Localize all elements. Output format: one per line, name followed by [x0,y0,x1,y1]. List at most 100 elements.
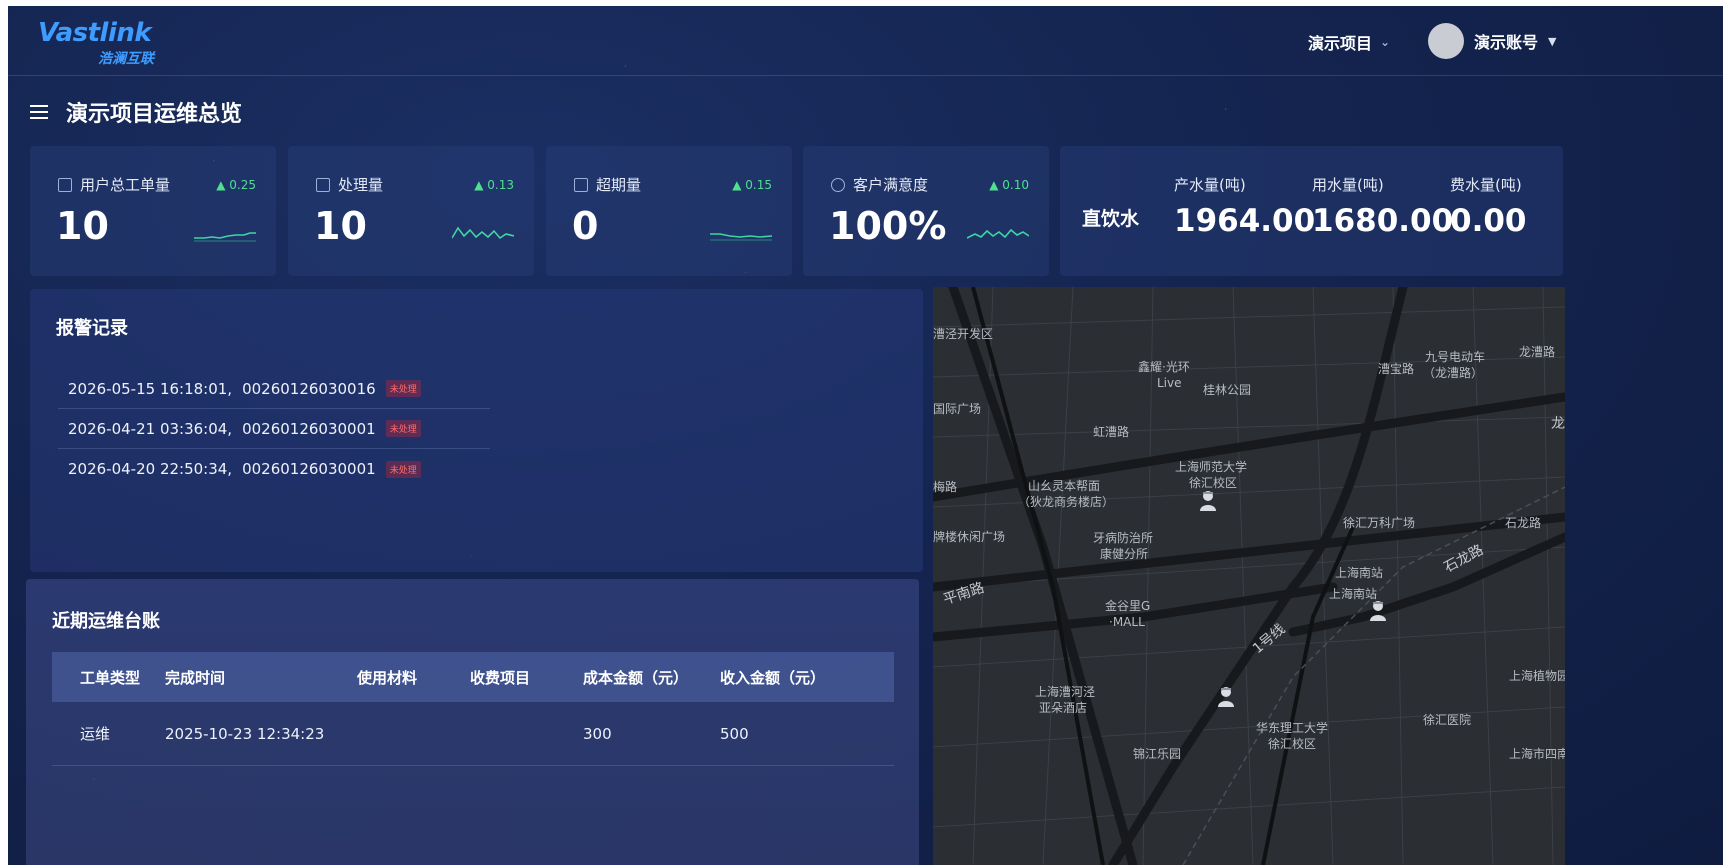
clipboard-icon [574,177,588,192]
map-label: （狄龙商务楼店） [1018,495,1115,509]
sparkline-icon [194,232,256,242]
metric-label: 用水量(吨) [1312,176,1384,194]
caret-down-icon: ▼ [1548,34,1557,48]
map-label: 龙 [1551,416,1565,432]
table-cell: 300 [583,724,612,743]
map-label: （龙漕路） [1423,366,1484,380]
column-header: 收入金额（元） [720,668,826,687]
sparkline-icon [452,226,514,240]
map-label: 徐汇校区 [1189,476,1238,490]
map-label: 华东理工大学 [1256,721,1329,735]
kpi-card-total-orders[interactable]: 用户总工单量 ▲ 0.25 10 [30,146,276,276]
table-cell: 2025-10-23 12:34:23 [165,724,325,743]
dashboard-root: Vastlink 浩澜互联 演示项目 ⌄ 演示账号 ▼ 演示项目运维总览 用户总… [8,6,1723,865]
kpi-trend: ▲ 0.10 [989,178,1029,192]
panel-title: 近期运维台账 [52,611,160,632]
table-header: 工单类型 完成时间 使用材料 收费项目 成本金额（元） 收入金额（元） [52,652,894,702]
alarm-item[interactable]: 2026-04-21 03:36:04, 00260126030001 未处理 [58,409,490,449]
map-label: Live [1157,376,1182,390]
alarm-item[interactable]: 2026-05-15 16:18:01, 00260126030016 未处理 [58,369,490,409]
panel-title: 报警记录 [56,318,128,339]
logo-wordmark: Vastlink [38,18,152,48]
status-badge: 未处理 [385,460,421,478]
kpi-trend-value: 0.13 [487,178,514,192]
map-label: 上海师范大学 [1175,460,1248,474]
map-label: 徐汇万科广场 [1343,516,1416,530]
kpi-trend: ▲ 0.15 [732,178,772,192]
ledger-table: 工单类型 完成时间 使用材料 收费项目 成本金额（元） 收入金额（元） 运维 2… [52,652,894,766]
account-menu[interactable]: 演示账号 ▼ [1428,22,1556,60]
kpi-trend-value: 0.15 [745,178,772,192]
location-map[interactable]: 漕泾开发区 鑫耀·光环 Live 桂林公园 漕宝路 九号电动车 （龙漕路） 龙漕… [933,287,1565,865]
map-label: 上海南站 [1335,566,1384,580]
table-row[interactable]: 运维 2025-10-23 12:34:23 300 500 [52,702,894,766]
hamburger-menu-icon[interactable] [30,104,50,120]
water-metric-used: 用水量(吨) 1680.00 [1312,174,1453,239]
map-label: 漕宝路 [1378,362,1415,376]
map-label: 锦江乐园 [1133,747,1182,761]
kpi-label: 客户满意度 [831,174,928,195]
kpi-label-text: 超期量 [596,176,642,194]
brand-logo[interactable]: Vastlink 浩澜互联 [38,18,178,67]
kpi-value: 10 [56,204,109,248]
metric-value: 1964.00 [1174,203,1316,239]
map-label: 国际广场 [933,402,982,416]
check-icon [316,177,330,192]
kpi-value: 10 [314,204,367,248]
status-badge: 未处理 [385,420,421,437]
workorder-icon [58,177,72,192]
column-header: 完成时间 [165,668,226,687]
metric-label: 产水量(吨) [1174,176,1246,194]
avatar [1428,23,1464,59]
table-cell: 运维 [80,725,111,743]
kpi-trend-value: 0.10 [1002,178,1029,192]
map-label: 牌楼休闲广场 [933,530,1006,544]
maintenance-ledger-panel: 近期运维台账 工单类型 完成时间 使用材料 收费项目 成本金额（元） 收入金额（… [26,579,919,865]
sparkline-icon [967,228,1029,239]
worker-pin-icon[interactable] [1217,686,1235,708]
kpi-label: 用户总工单量 [58,174,170,195]
map-label: 上海市四南 [1509,747,1565,761]
map-label: 上海植物园 [1509,669,1565,683]
alarm-code: 00260126030016 [242,379,376,398]
sparkline-icon [710,233,772,241]
top-bar: Vastlink 浩澜互联 演示项目 ⌄ 演示账号 ▼ [8,6,1723,76]
page-title: 演示项目运维总览 [66,102,243,127]
kpi-trend-value: 0.25 [229,178,256,192]
smile-icon [831,177,845,192]
page-title-row: 演示项目运维总览 [30,96,242,128]
map-label: 山幺灵本帮面 [1028,479,1101,493]
map-label: 徐汇校区 [1268,737,1317,751]
kpi-label: 超期量 [574,174,641,195]
kpi-trend: ▲ 0.13 [474,178,514,192]
kpi-label-text: 用户总工单量 [80,176,171,194]
kpi-label-text: 客户满意度 [853,176,929,194]
table-cell: 500 [720,724,749,743]
water-stats-card[interactable]: 直饮水 产水量(吨) 1964.00 用水量(吨) 1680.00 费水量(吨)… [1060,146,1563,276]
alarm-time: 2026-05-15 16:18:01, [68,379,233,398]
map-label: 康健分所 [1100,547,1149,561]
map-label: 漕泾开发区 [933,327,994,341]
worker-pin-icon[interactable] [1199,490,1217,512]
column-header: 收费项目 [470,668,531,687]
alarm-time: 2026-04-21 03:36:04, [68,419,233,438]
worker-pin-icon[interactable] [1369,600,1387,622]
water-metric-wasted: 费水量(吨) 0.00 [1450,174,1527,239]
kpi-card-overdue[interactable]: 超期量 ▲ 0.15 0 [546,146,792,276]
map-label: 龙漕路 [1519,345,1556,359]
alarm-item[interactable]: 2026-04-20 22:50:34, 00260126030001 未处理 [58,449,490,489]
map-label: 石龙路 [1505,516,1542,530]
map-label: ·MALL [1109,615,1145,629]
column-header: 工单类型 [80,668,141,687]
logo-subtitle: 浩澜互联 [98,51,154,67]
kpi-value: 0 [572,204,599,248]
kpi-label-text: 处理量 [338,176,384,194]
alarm-code: 00260126030001 [242,460,376,478]
project-selector[interactable]: 演示项目 ⌄ [1308,30,1390,54]
kpi-card-satisfaction[interactable]: 客户满意度 ▲ 0.10 100% [803,146,1049,276]
kpi-value: 100% [829,204,947,248]
metric-value: 0.00 [1450,203,1527,239]
map-label: 九号电动车 [1425,350,1486,364]
kpi-card-processed[interactable]: 处理量 ▲ 0.13 10 [288,146,534,276]
status-badge: 未处理 [385,380,421,397]
